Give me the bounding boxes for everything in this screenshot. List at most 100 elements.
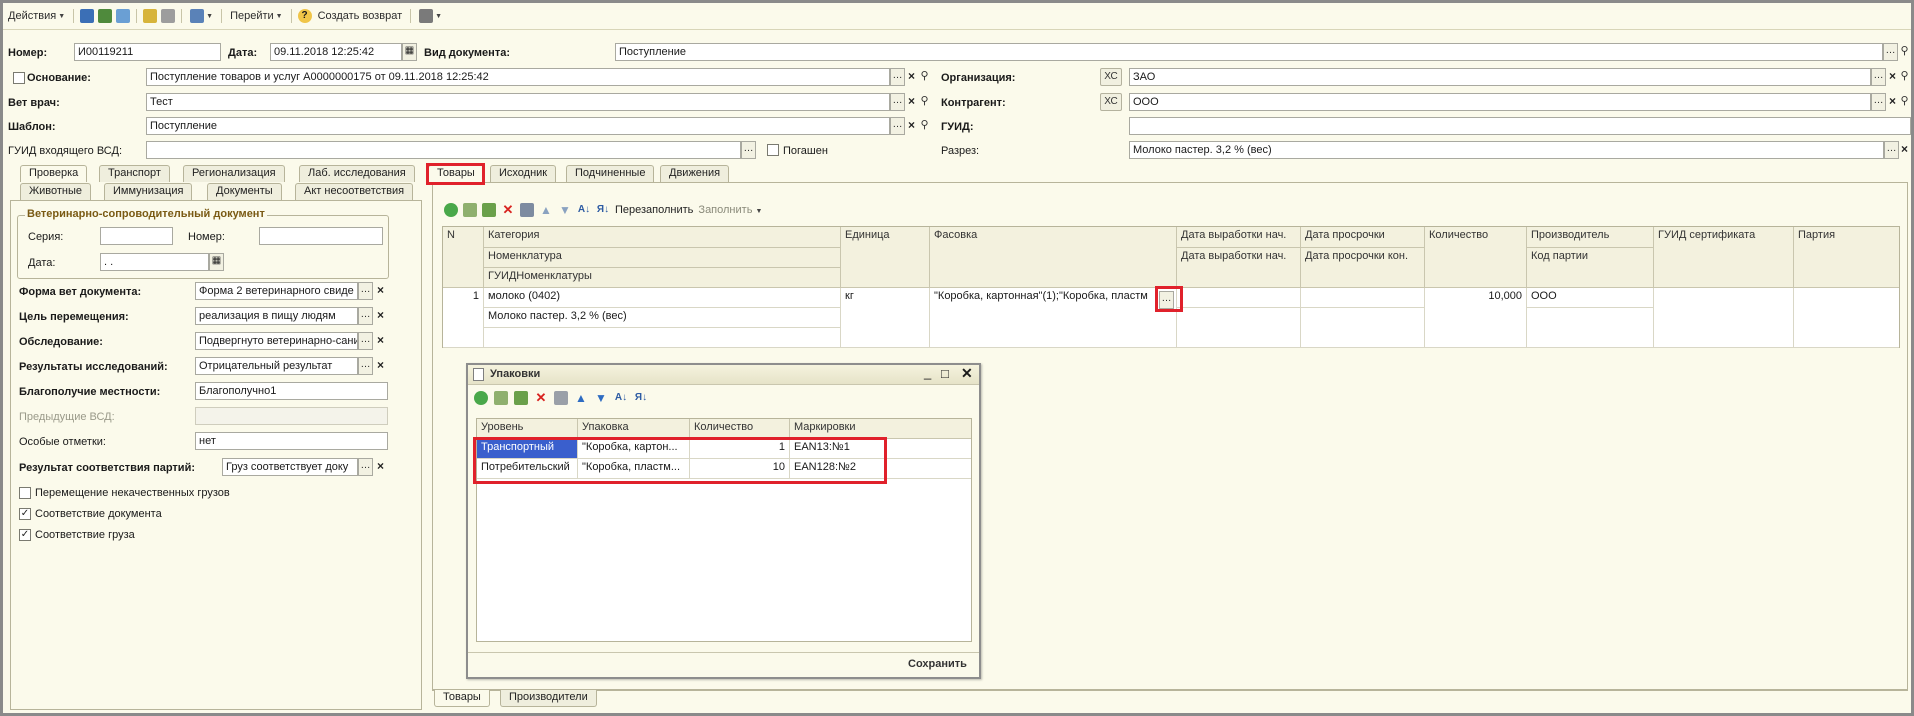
tab-nonconformity-act[interactable]: Акт несоответствия (295, 183, 414, 200)
basis-select-button[interactable]: … (890, 68, 905, 86)
template-clear-icon[interactable]: × (905, 117, 918, 135)
tab-lab-research[interactable]: Лаб. исследования (299, 165, 415, 182)
vet-search-icon[interactable]: ⚲ (918, 93, 931, 111)
repaid-checkbox[interactable] (767, 144, 779, 156)
move-down-icon[interactable]: ▼ (558, 203, 572, 217)
exam-field[interactable]: Подвергнуто ветеринарно-сани (195, 332, 358, 350)
tab-goods[interactable]: Товары (428, 165, 484, 182)
row-cert-guid-cell[interactable] (1654, 288, 1794, 348)
doc-type-field[interactable]: Поступление (615, 43, 1883, 61)
col-batch-header[interactable]: Партия (1794, 227, 1899, 288)
row-packing-cell[interactable]: "Коробка, картонная"(1);"Коробка, пластм (930, 288, 1177, 348)
vet-field[interactable]: Тест (146, 93, 890, 111)
results-clear-icon[interactable]: × (374, 357, 387, 375)
exam-select-button[interactable]: … (358, 332, 373, 350)
basis-field[interactable]: Поступление товаров и услуг А0000000175 … (146, 68, 890, 86)
delete-mark-icon[interactable] (161, 9, 176, 23)
save-button[interactable]: Сохранить (908, 658, 967, 670)
tab-subordinate[interactable]: Подчиненные (566, 165, 655, 182)
row-expiry2-cell[interactable] (1301, 308, 1425, 348)
vet-date-field[interactable]: . . (100, 253, 209, 271)
sort-asc-icon[interactable]: A↓ (577, 203, 591, 217)
col-nomenclature-header[interactable]: Номенклатура (484, 248, 841, 268)
bottom-tab-producers[interactable]: Производители (500, 690, 597, 707)
pkg-row2-mark[interactable]: EAN128:№2 (790, 459, 971, 479)
pkg-save-icon[interactable] (554, 391, 568, 405)
row-category-cell[interactable]: молоко (0402) (484, 288, 841, 308)
create-based-menu[interactable]: ▼ (188, 7, 215, 25)
row-expiry-cell[interactable] (1301, 288, 1425, 308)
create-return-button[interactable]: Создать возврат (316, 7, 405, 25)
exam-clear-icon[interactable]: × (374, 332, 387, 350)
delete-icon[interactable]: ✕ (501, 203, 515, 217)
col-packing-header[interactable]: Фасовка (930, 227, 1177, 288)
tab-documents[interactable]: Документы (207, 183, 282, 200)
tab-immunization[interactable]: Иммунизация (104, 183, 193, 200)
row-batch-cell[interactable] (1794, 288, 1899, 348)
form-clear-icon[interactable]: × (374, 282, 387, 300)
date-field[interactable]: 09.11.2018 12:25:42 (270, 43, 402, 61)
row-quantity-cell[interactable]: 10,000 (1425, 288, 1527, 348)
special-field[interactable]: нет (195, 432, 388, 450)
results-select-button[interactable]: … (358, 357, 373, 375)
pkg-row1-qty[interactable]: 1 (690, 439, 790, 459)
batch-result-field[interactable]: Груз соответствует доку (222, 458, 358, 476)
copy-icon[interactable] (143, 9, 158, 23)
vet-date-calendar-button[interactable]: ▦ (209, 253, 224, 271)
form-field[interactable]: Форма 2 ветеринарного свиде (195, 282, 358, 300)
org-select-button[interactable]: … (1871, 68, 1886, 86)
batch-result-select-button[interactable]: … (358, 458, 373, 476)
pkg-row1-mark[interactable]: EAN13:№1 (790, 439, 971, 459)
org-search-icon[interactable]: ⚲ (1898, 68, 1911, 86)
contractor-type-button[interactable]: ХС (1100, 93, 1122, 111)
guid-field[interactable] (1129, 117, 1911, 135)
pkg-move-down-icon[interactable]: ▼ (594, 391, 608, 405)
basis-clear-icon[interactable]: × (905, 68, 918, 86)
wellbeing-field[interactable]: Благополучно1 (195, 382, 388, 400)
packing-select-button[interactable]: … (1159, 291, 1174, 309)
col-expiry2-header[interactable]: Дата просрочки кон. (1301, 248, 1425, 288)
pkg-col-pack-header[interactable]: Упаковка (578, 419, 690, 439)
pkg-col-mark-header[interactable]: Маркировки (790, 419, 971, 439)
pkg-row1-pack[interactable]: "Коробка, картон... (578, 439, 690, 459)
pkg-copy-icon[interactable] (494, 391, 508, 405)
purpose-clear-icon[interactable]: × (374, 307, 387, 325)
save-row-icon[interactable] (520, 203, 534, 217)
pkg-row1-level[interactable]: Транспортный (477, 439, 578, 459)
tab-check[interactable]: Проверка (20, 165, 88, 182)
col-guid-nom-header[interactable]: ГУИДНоменклатуры (484, 268, 841, 288)
pkg-row2-pack[interactable]: "Коробка, пластм... (578, 459, 690, 479)
row-n-cell[interactable]: 1 (443, 288, 484, 348)
cut-clear-icon[interactable]: × (1898, 141, 1911, 159)
cut-field[interactable]: Молоко пастер. 3,2 % (вес) (1129, 141, 1884, 159)
contractor-field[interactable]: ООО (1129, 93, 1871, 111)
row-prod-date2-cell[interactable] (1177, 308, 1301, 348)
incoming-guid-field[interactable] (146, 141, 741, 159)
pkg-move-up-icon[interactable]: ▲ (574, 391, 588, 405)
tab-source[interactable]: Исходник (490, 165, 557, 182)
minimize-icon[interactable]: _ (924, 365, 931, 380)
tab-regionalization[interactable]: Регионализация (183, 165, 285, 182)
bottom-tab-goods[interactable]: Товары (434, 690, 490, 707)
col-batch-code-header[interactable]: Код партии (1527, 248, 1654, 288)
tab-movements[interactable]: Движения (660, 165, 730, 182)
actions-menu[interactable]: Действия ▼ (6, 7, 67, 25)
purpose-field[interactable]: реализация в пищу людям (195, 307, 358, 325)
row-unit-cell[interactable]: кг (841, 288, 930, 348)
row-producer-cell[interactable]: ООО (1527, 288, 1654, 308)
pkg-sort-asc-icon[interactable]: A↓ (614, 391, 628, 405)
pkg-sort-desc-icon[interactable]: Я↓ (634, 391, 648, 405)
col-expiry-header[interactable]: Дата просрочки (1301, 227, 1425, 248)
maximize-icon[interactable]: □ (941, 366, 949, 381)
row-guid-nom-cell[interactable] (484, 328, 841, 348)
template-select-button[interactable]: … (890, 117, 905, 135)
basis-checkbox[interactable] (13, 72, 25, 84)
pkg-row2-qty[interactable]: 10 (690, 459, 790, 479)
pkg-delete-icon[interactable]: ✕ (534, 391, 548, 405)
purpose-select-button[interactable]: … (358, 307, 373, 325)
goto-menu[interactable]: Перейти ▼ (228, 7, 285, 25)
post-close-icon[interactable] (98, 9, 113, 23)
col-category-header[interactable]: Категория (484, 227, 841, 248)
template-search-icon[interactable]: ⚲ (918, 117, 931, 135)
vet-number-field[interactable] (259, 227, 383, 245)
